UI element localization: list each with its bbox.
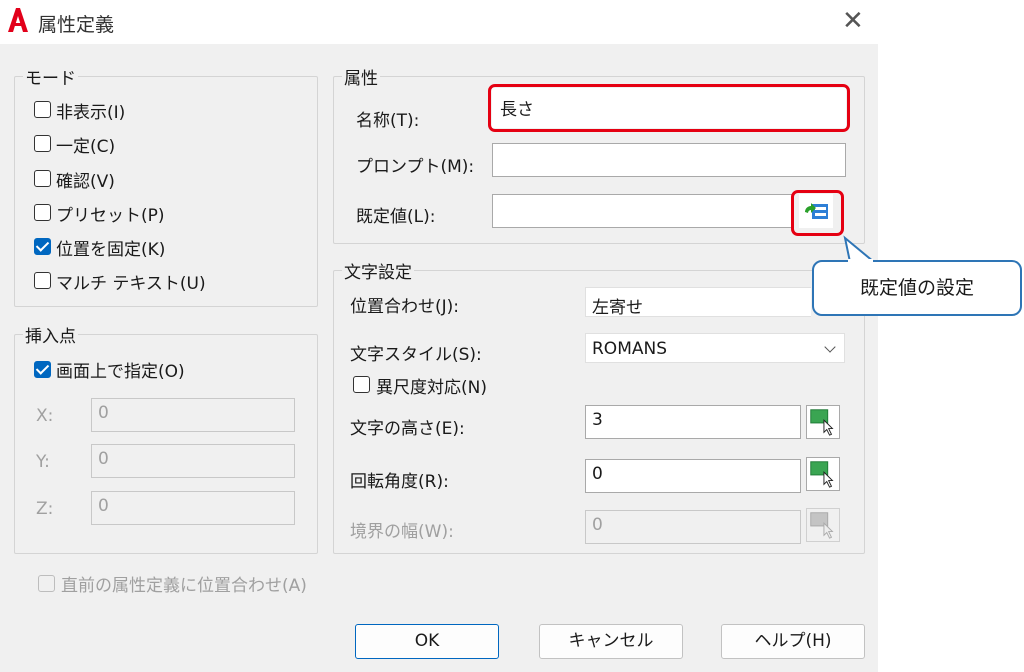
checkbox-invisible[interactable] xyxy=(34,101,51,118)
ok-button[interactable]: OK xyxy=(355,624,499,659)
autocad-logo-icon xyxy=(8,8,28,32)
pick-point-icon xyxy=(810,512,834,539)
tag-highlight xyxy=(488,84,850,132)
y-field[interactable]: 0 xyxy=(91,444,295,478)
checkbox-specify-on-screen[interactable] xyxy=(34,361,51,378)
checkbox-preset[interactable] xyxy=(34,204,51,221)
label-verify: 確認(V) xyxy=(56,172,115,192)
default-button-highlight xyxy=(791,190,844,236)
checkbox-multiline[interactable] xyxy=(34,272,51,289)
rotation-label: 回転角度(R): xyxy=(350,472,449,492)
help-button[interactable]: ヘルプ(H) xyxy=(721,624,865,659)
justify-label: 位置合わせ(J): xyxy=(350,297,460,317)
height-pick-button[interactable] xyxy=(806,405,840,439)
x-label: X: xyxy=(36,406,54,426)
checkbox-align-below[interactable] xyxy=(38,575,55,592)
y-label: Y: xyxy=(36,452,50,472)
default-label: 既定値(L): xyxy=(356,207,436,227)
insertion-point-legend: 挿入点 xyxy=(23,322,78,347)
label-lock-position: 位置を固定(K) xyxy=(56,240,166,260)
justify-select[interactable]: 左寄せ xyxy=(585,287,811,318)
checkbox-verify[interactable] xyxy=(34,170,51,187)
label-multiline: マルチ テキスト(U) xyxy=(56,274,206,294)
mode-legend: モード xyxy=(23,64,78,89)
justify-value: 左寄せ xyxy=(592,298,643,318)
chevron-down-icon xyxy=(824,341,836,353)
width-pick-button[interactable] xyxy=(806,508,840,542)
close-icon[interactable]: ✕ xyxy=(842,8,864,34)
label-invisible: 非表示(I) xyxy=(56,103,126,123)
title-bar: 属性定義 ✕ xyxy=(0,0,878,44)
prompt-label: プロンプト(M): xyxy=(356,157,475,177)
text-style-value: ROMANS xyxy=(592,339,667,359)
prompt-field[interactable] xyxy=(492,143,846,177)
text-height-field[interactable]: 3 xyxy=(585,405,801,439)
label-annotative: 異尺度対応(N) xyxy=(376,378,487,398)
tag-label: 名称(T): xyxy=(356,111,420,131)
x-field[interactable]: 0 xyxy=(91,398,295,432)
label-specify-on-screen: 画面上で指定(O) xyxy=(56,362,185,382)
attribute-definition-dialog: 属性定義 ✕ モード 非表示(I) 一定(C) 確認(V) プリセット(P) 位… xyxy=(0,0,878,672)
rotation-field[interactable]: 0 xyxy=(585,459,801,493)
z-label: Z: xyxy=(36,499,54,519)
rotation-pick-button[interactable] xyxy=(806,457,840,491)
cancel-button[interactable]: キャンセル xyxy=(539,624,683,659)
boundary-width-label: 境界の幅(W): xyxy=(350,522,454,542)
checkbox-annotative[interactable] xyxy=(353,376,370,393)
text-style-label: 文字スタイル(S): xyxy=(350,345,482,365)
label-preset: プリセット(P) xyxy=(56,206,165,226)
label-constant: 一定(C) xyxy=(56,137,116,157)
pick-point-icon xyxy=(810,461,834,488)
callout-default-value: 既定値の設定 xyxy=(812,260,1022,316)
text-settings-legend: 文字設定 xyxy=(342,258,414,283)
text-style-select[interactable]: ROMANS xyxy=(585,333,845,363)
text-height-label: 文字の高さ(E): xyxy=(350,419,465,439)
boundary-width-field[interactable]: 0 xyxy=(585,510,801,544)
label-align-below: 直前の属性定義に位置合わせ(A) xyxy=(61,576,307,596)
attribute-legend: 属性 xyxy=(342,64,380,89)
checkbox-lock-position[interactable] xyxy=(34,238,51,255)
z-field[interactable]: 0 xyxy=(91,491,295,525)
pick-point-icon xyxy=(810,409,834,436)
window-title: 属性定義 xyxy=(38,14,115,36)
checkbox-constant[interactable] xyxy=(34,135,51,152)
default-field[interactable] xyxy=(492,194,794,228)
